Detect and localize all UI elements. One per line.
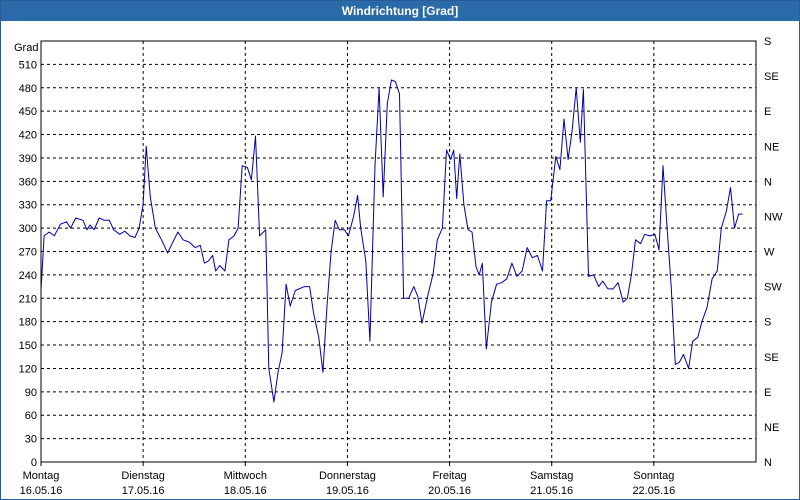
y-tick-label: 240 [19,270,37,282]
x-tick-date: 16.05.16 [20,485,63,497]
chart-window: Windrichtung [Grad] 0 30 60 90 120 150 180 210 2… [0,0,800,500]
axes: 0 30 60 90 120 150 180 210 240 270 300 330 360 390 420… [19,36,783,497]
window-title: Windrichtung [Grad] [1,1,799,21]
compass-tick-label: N [764,176,772,188]
compass-tick-label: S [764,36,771,48]
compass-tick-label: S [764,317,771,329]
y-axis-label: Grad [14,42,38,54]
y-tick-label: 30 [25,434,37,446]
y-tick-label: 360 [19,176,37,188]
y-tick-label: 300 [19,223,37,235]
x-tick-day: Donnerstag [319,470,376,482]
x-tick-date: 17.05.16 [122,485,165,497]
compass-tick-label: E [764,106,771,118]
x-tick-day: Mittwoch [224,470,267,482]
compass-tick-label: NE [764,141,779,153]
x-tick-day: Samstag [530,470,573,482]
wind-direction-chart: 0 30 60 90 120 150 180 210 240 270 300 330 360 390 420… [14,36,783,497]
series [40,79,743,403]
y-tick-label: 450 [19,106,37,118]
y-tick-label: 180 [19,317,37,329]
compass-tick-label: SE [764,352,779,364]
compass-tick-label: SW [764,282,782,294]
series-line [40,79,743,403]
y-tick-label: 90 [25,387,37,399]
x-tick-day: Dienstag [121,470,164,482]
y-tick-label: 330 [19,200,37,212]
grid [41,41,756,462]
y-tick-label: 270 [19,247,37,259]
y-tick-label: 390 [19,153,37,165]
x-tick-day: Sonntag [633,470,674,482]
y-tick-label: 150 [19,340,37,352]
compass-tick-label: SE [764,71,779,83]
y-tick-label: 510 [19,59,37,71]
y-tick-label: 420 [19,130,37,142]
compass-tick-label: W [764,247,775,259]
x-tick-date: 18.05.16 [224,485,267,497]
y-tick-label: 210 [19,293,37,305]
compass-tick-label: NE [764,422,779,434]
compass-tick-label: E [764,387,771,399]
y-tick-label: 120 [19,363,37,375]
y-tick-label: 0 [31,457,37,469]
x-tick-day: Montag [23,470,60,482]
y-tick-label: 60 [25,410,37,422]
compass-tick-label: NW [764,211,783,223]
x-tick-date: 19.05.16 [326,485,369,497]
x-tick-date: 21.05.16 [530,485,573,497]
compass-tick-label: N [764,457,772,469]
x-tick-day: Freitag [432,470,466,482]
y-tick-label: 480 [19,83,37,95]
x-tick-date: 20.05.16 [428,485,471,497]
x-tick-date: 22.05.16 [632,485,675,497]
